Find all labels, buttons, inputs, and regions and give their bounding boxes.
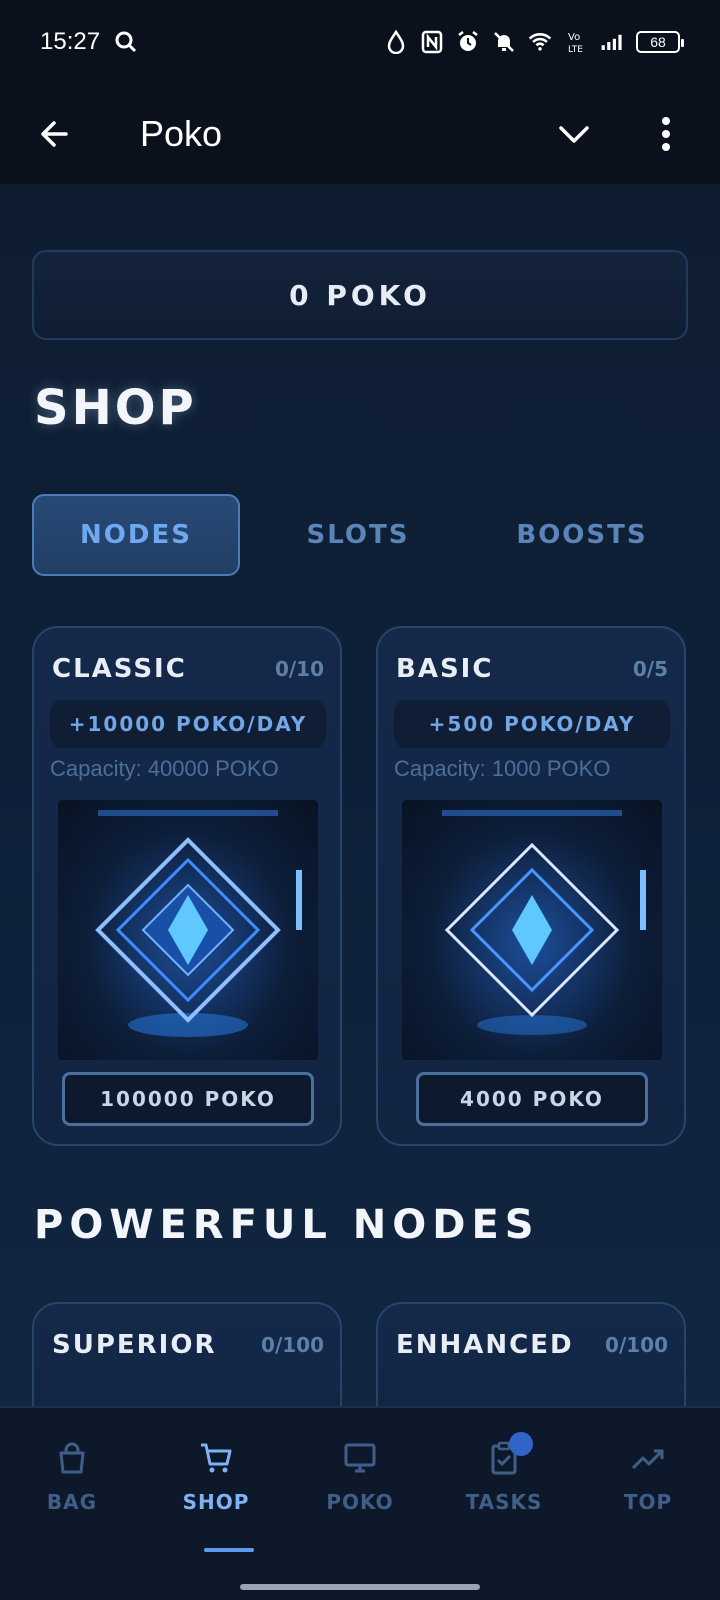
buy-button[interactable]: 4000 POKO xyxy=(416,1072,648,1126)
node-capacity: Capacity: 1000 POKO xyxy=(394,756,611,781)
nav-bag[interactable]: BAG xyxy=(0,1428,144,1538)
node-count: 0/5 xyxy=(632,657,668,681)
nav-label: SHOP xyxy=(182,1490,250,1514)
node-name: CLASSIC xyxy=(52,654,187,684)
signal-icon xyxy=(600,30,624,54)
status-time: 15:27 xyxy=(40,28,101,55)
drop-icon xyxy=(384,30,408,54)
nav-label: TOP xyxy=(623,1490,673,1514)
buy-button[interactable]: 100000 POKO xyxy=(62,1072,314,1126)
bag-icon xyxy=(54,1440,90,1480)
back-arrow-icon[interactable] xyxy=(34,114,74,154)
cart-icon xyxy=(198,1440,234,1480)
svg-text:Vo: Vo xyxy=(568,32,580,43)
nav-top[interactable]: TOP xyxy=(576,1428,720,1538)
shop-tabs: NODES SLOTS BOOSTS xyxy=(32,494,688,576)
tab-boosts[interactable]: BOOSTS xyxy=(476,494,688,576)
node-name: SUPERIOR xyxy=(52,1330,217,1360)
home-indicator[interactable] xyxy=(240,1584,480,1590)
trending-up-icon xyxy=(630,1440,666,1480)
node-card-enhanced[interactable]: ENHANCED 0/100 xyxy=(376,1302,686,1406)
volte-icon: Vo LTE xyxy=(564,30,588,54)
app-bar: Poko xyxy=(0,84,720,184)
nav-poko[interactable]: POKO xyxy=(288,1428,432,1538)
node-rate: +500 POKO/DAY xyxy=(394,700,670,748)
app-title: Poko xyxy=(140,113,223,154)
node-image xyxy=(58,800,318,1060)
alarm-icon xyxy=(456,30,480,54)
battery-level: 68 xyxy=(650,34,666,50)
battery-icon: 68 xyxy=(636,31,684,53)
search-icon xyxy=(114,30,138,54)
node-count: 0/10 xyxy=(274,657,324,681)
node-cards: CLASSIC 0/10 +10000 POKO/DAY Capacity: 4… xyxy=(32,626,688,1146)
nfc-icon xyxy=(420,30,444,54)
nav-tasks[interactable]: TASKS xyxy=(432,1428,576,1538)
node-image xyxy=(402,800,662,1060)
node-card-superior[interactable]: SUPERIOR 0/100 xyxy=(32,1302,342,1406)
powerful-nodes-heading: POWERFUL NODES xyxy=(34,1202,540,1248)
shop-heading: SHOP xyxy=(34,380,197,436)
node-name: BASIC xyxy=(396,654,494,684)
mute-icon xyxy=(492,30,516,54)
tab-slots[interactable]: SLOTS xyxy=(240,494,476,576)
nav-shop[interactable]: SHOP xyxy=(144,1428,288,1538)
notification-dot xyxy=(509,1432,533,1456)
balance-display: 0 POKO xyxy=(32,250,688,340)
tab-nodes[interactable]: NODES xyxy=(32,494,240,576)
node-card-basic[interactable]: BASIC 0/5 +500 POKO/DAY Capacity: 1000 P… xyxy=(376,626,686,1146)
status-bar: 15:27 Vo LTE 68 xyxy=(0,0,720,84)
svg-text:LTE: LTE xyxy=(568,45,583,54)
monitor-icon xyxy=(342,1440,378,1480)
bottom-nav: BAG SHOP POKO TASKS TOP xyxy=(0,1406,720,1600)
chevron-down-icon[interactable] xyxy=(554,114,594,154)
nav-label: BAG xyxy=(46,1490,98,1514)
node-capacity: Capacity: 40000 POKO xyxy=(50,756,279,781)
active-tab-indicator xyxy=(204,1548,254,1552)
node-count: 0/100 xyxy=(261,1333,324,1357)
node-rate: +10000 POKO/DAY xyxy=(50,700,326,748)
node-name: ENHANCED xyxy=(396,1330,574,1360)
nav-label: POKO xyxy=(326,1490,394,1514)
more-vert-icon[interactable] xyxy=(646,114,686,154)
nav-label: TASKS xyxy=(465,1490,543,1514)
powerful-node-cards: SUPERIOR 0/100 ENHANCED 0/100 xyxy=(32,1302,688,1406)
main-content: 0 POKO SHOP NODES SLOTS BOOSTS CLASSIC 0… xyxy=(0,184,720,1406)
node-count: 0/100 xyxy=(605,1333,668,1357)
wifi-icon xyxy=(528,30,552,54)
node-card-classic[interactable]: CLASSIC 0/10 +10000 POKO/DAY Capacity: 4… xyxy=(32,626,342,1146)
